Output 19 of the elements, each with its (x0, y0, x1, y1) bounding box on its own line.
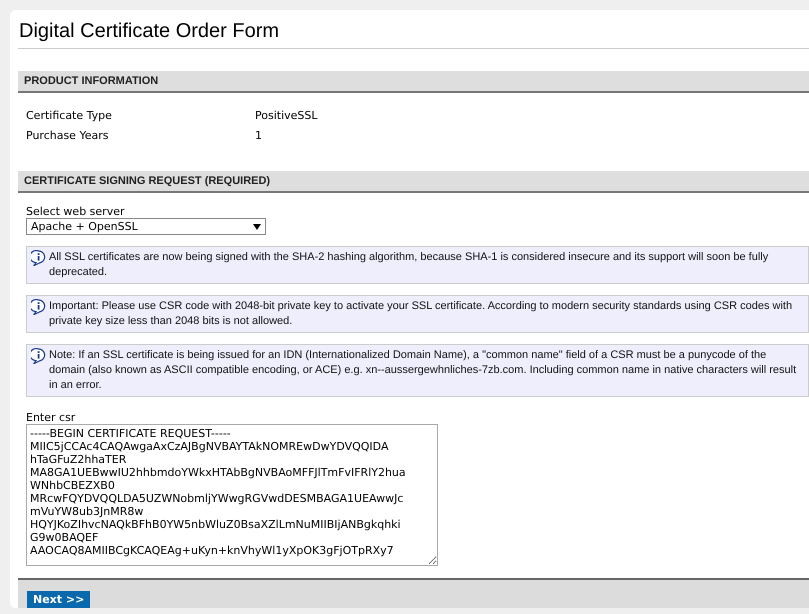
field-label: Purchase Years (26, 129, 110, 144)
section-header: PRODUCT INFORMATION (18, 71, 809, 93)
field-label: Certificate Type (26, 109, 113, 124)
info-icon (31, 299, 46, 315)
notice-text: Note: If an SSL certificate is being issued for an IDN (Internationalized Domain Name), a "common name" field of a CSR must be a punycode of the domain (also known as ASCII compatible encoding, or ACE) e.g. xn--aussergewhnliches-7zb.com. Including common name in native characters will result in an error. (49, 348, 798, 393)
page-title: Digital Certificate Order Form (18, 20, 809, 49)
csr-input-field[interactable]: -----BEGIN CERTIFICATE REQUEST----- MIIC5jCCAc4CAQAwgaAxCzAJBgNVBAYTAkNOMREwDwYDVQQIDA hTaGFuZ2hhaTER MA8GA1UEBwwIU2hhbmdoYWkxHTAbBgNVBAoMFFJlTmFvIFRlY2hua WNhbCBEZXB0 MRcwFQYDVQQLDA5UZWNobmljYWwgRGVwdDESMBAGA1UEAwwJc mVuYW8ub3JnMR8w HQYJKoZIhvcNAQkBFhB0YW5nbWluZ0BsaXZlLmNuMIIBIjANBgkqhki G9w0BAQEF AAOCAQ8AMIIBCgKCAQEAg+uKyn+knVhyWl1yXpOK3gFjOTpRXy7 (26, 424, 438, 566)
field-label: Select web server (26, 205, 124, 218)
info-icon (31, 250, 46, 266)
info-icon (31, 348, 46, 364)
field-value: PositiveSSL (255, 109, 318, 124)
caret-icon (253, 224, 261, 230)
field-value: 1 (255, 129, 262, 144)
notice-text: All SSL certificates are now being signed with the SHA-2 hashing algorithm, because SHA-1 is considered insecure and its support will soon be fully deprecated. (49, 250, 770, 280)
notice-text: Important: Please use CSR code with 2048-bit private key to activate your SSL certificate. According to modern security standards using CSR codes with private key size less than 2048 bits is not allowed. (49, 299, 794, 329)
next-button[interactable]: Next >> (27, 591, 90, 608)
section-header: CERTIFICATE SIGNING REQUEST (REQUIRED) (18, 171, 809, 193)
web-server-dropdown[interactable]: Apache + OpenSSL (26, 218, 266, 235)
field-label: Enter csr (26, 411, 76, 424)
